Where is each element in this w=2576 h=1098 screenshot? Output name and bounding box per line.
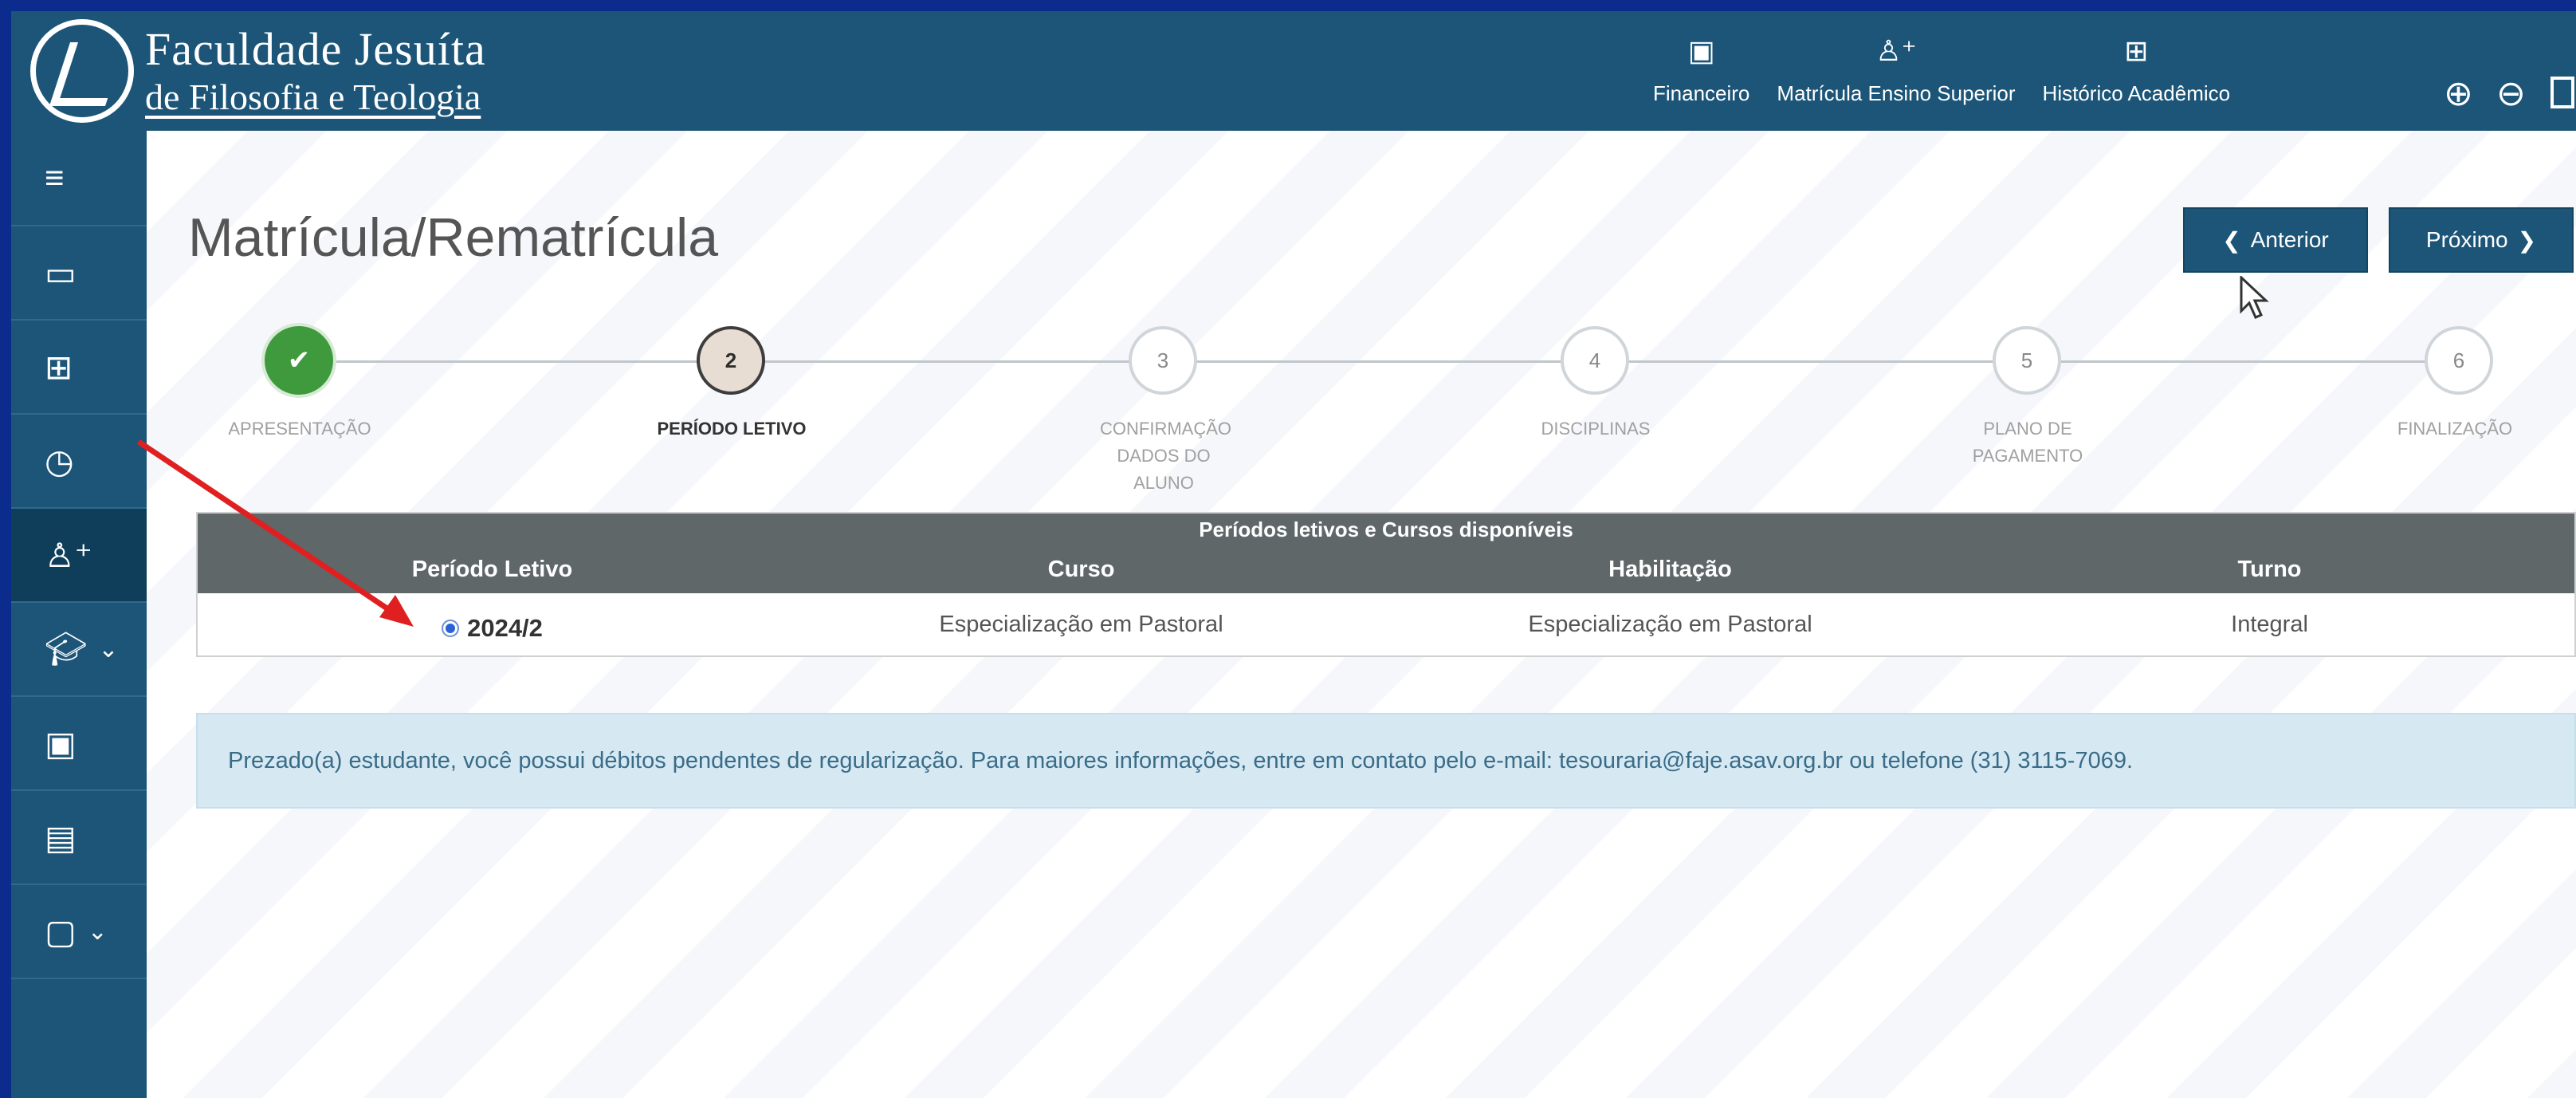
monitor-icon: ▭ bbox=[45, 254, 77, 292]
debt-alert-text: Prezado(a) estudante, você possui débito… bbox=[228, 747, 2134, 773]
nav-financeiro[interactable]: ▣ Financeiro bbox=[1653, 35, 1749, 106]
sidebar-item-horarios[interactable]: ◷ bbox=[11, 415, 147, 509]
menu-icon: ≡ bbox=[45, 159, 65, 196]
sidebar-menu-toggle[interactable]: ≡ bbox=[11, 131, 147, 226]
sidebar-item-financeiro[interactable]: ▣ bbox=[11, 697, 147, 791]
graduation-cap-icon: 🎓︎ bbox=[45, 629, 88, 667]
step-5-number: 5 bbox=[2020, 348, 2033, 372]
nav-historico-label: Histórico Acadêmico bbox=[2042, 81, 2231, 105]
next-button-label: Próximo bbox=[2425, 227, 2508, 252]
nav-historico[interactable]: ⊞ Histórico Acadêmico bbox=[2043, 35, 2231, 106]
column-header-turno: Turno bbox=[2237, 556, 2302, 582]
step-4-label: DISCIPLINAS bbox=[1541, 419, 1651, 439]
stepper-track bbox=[298, 360, 2466, 363]
clock-icon: ◷ bbox=[45, 442, 74, 480]
step-6-circle[interactable]: 6 bbox=[2425, 326, 2493, 395]
previous-button-label: Anterior bbox=[2250, 227, 2329, 252]
book-icon: ▢ bbox=[45, 912, 77, 950]
dollar-doc-icon: ▣ bbox=[45, 724, 77, 762]
column-header-curso: Curso bbox=[1047, 556, 1115, 582]
page-title: Matrícula/Rematrícula bbox=[188, 207, 719, 268]
step-1-label: APRESENTAÇÃO bbox=[228, 419, 371, 439]
table-row[interactable]: 2024/2 Especialização em Pastoral Especi… bbox=[198, 593, 2574, 655]
sidebar-item-historico[interactable]: ⊞ bbox=[11, 321, 147, 415]
cell-curso: Especialização em Pastoral bbox=[939, 611, 1223, 637]
periodo-radio[interactable] bbox=[442, 620, 460, 637]
column-header-periodo: Período Letivo bbox=[411, 556, 573, 582]
periods-table: Períodos letivos e Cursos disponíveis Pe… bbox=[196, 512, 2576, 657]
step-5-label: PLANO DE PAGAMENTO bbox=[1972, 419, 2083, 466]
step-2-label: PERÍODO LETIVO bbox=[657, 419, 807, 439]
sidebar-item-biblioteca[interactable]: ▢ ⌄ bbox=[11, 885, 147, 979]
app-window: Faculdade Jesuíta de Filosofia e Teologi… bbox=[11, 11, 2576, 1098]
cell-turno: Integral bbox=[2231, 611, 2308, 637]
chevron-left-icon: ❮ bbox=[2222, 227, 2241, 253]
step-2-number: 2 bbox=[724, 348, 737, 372]
brand-logo[interactable]: Faculdade Jesuíta de Filosofia e Teologi… bbox=[30, 19, 486, 123]
zoom-in-icon[interactable]: ⊕ bbox=[2444, 77, 2473, 112]
step-4-number: 4 bbox=[1588, 348, 1601, 372]
step-5-circle[interactable]: 5 bbox=[1993, 326, 2061, 395]
table-header-row: Período Letivo Curso Habilitação Turno bbox=[198, 545, 2574, 593]
dollar-doc-icon: ▣ bbox=[1687, 34, 1715, 67]
nav-matricula[interactable]: ♙⁺ Matrícula Ensino Superior bbox=[1777, 35, 2015, 106]
accessibility-icon[interactable] bbox=[2550, 77, 2574, 108]
brand-name: Faculdade Jesuíta de Filosofia e Teologi… bbox=[145, 23, 486, 119]
brand-line-1: Faculdade Jesuíta bbox=[145, 23, 486, 76]
chevron-down-icon: ⌄ bbox=[98, 636, 119, 663]
sidebar: ≡ ▭ ⊞ ◷ ♙⁺ 🎓︎ ⌄ ▣ ▤ ▢ ⌄ bbox=[11, 131, 147, 1098]
chevron-down-icon: ⌄ bbox=[87, 918, 108, 945]
periodo-value: 2024/2 bbox=[467, 614, 543, 642]
step-6-label: FINALIZAÇÃO bbox=[2397, 419, 2513, 439]
next-button[interactable]: Próximo ❯ bbox=[2389, 207, 2574, 273]
nav-matricula-label: Matrícula Ensino Superior bbox=[1777, 81, 2016, 105]
check-icon: ✔ bbox=[287, 345, 311, 376]
sidebar-item-dashboard[interactable]: ▭ bbox=[11, 226, 147, 321]
sidebar-item-documentos[interactable]: ▤ bbox=[11, 791, 147, 885]
grid-icon: ⊞ bbox=[45, 348, 73, 386]
add-user-icon: ♙⁺ bbox=[45, 536, 92, 574]
top-header: Faculdade Jesuíta de Filosofia e Teologi… bbox=[11, 11, 2576, 131]
cell-periodo: 2024/2 bbox=[198, 606, 787, 643]
step-4-circle[interactable]: 4 bbox=[1561, 326, 1629, 395]
step-3-number: 3 bbox=[1156, 348, 1169, 372]
nav-financeiro-label: Financeiro bbox=[1653, 81, 1750, 105]
main-content: Matrícula/Rematrícula ❮ Anterior Próximo… bbox=[147, 131, 2576, 1098]
cell-habilitacao: Especialização em Pastoral bbox=[1528, 611, 1812, 637]
table-caption: Períodos letivos e Cursos disponíveis bbox=[198, 514, 2574, 545]
grid-icon: ⊞ bbox=[2124, 34, 2149, 67]
step-2-circle[interactable]: 2 bbox=[697, 326, 765, 395]
step-3-circle[interactable]: 3 bbox=[1129, 326, 1197, 395]
document-icon: ▤ bbox=[45, 818, 77, 856]
step-1-circle[interactable]: ✔ bbox=[265, 326, 333, 395]
step-3-label: CONFIRMAÇÃO DADOS DO ALUNO bbox=[1100, 419, 1231, 493]
debt-alert: Prezado(a) estudante, você possui débito… bbox=[196, 713, 2576, 809]
column-header-habilitacao: Habilitação bbox=[1608, 556, 1732, 582]
chevron-right-icon: ❯ bbox=[2517, 227, 2537, 253]
zoom-out-icon[interactable]: ⊖ bbox=[2496, 77, 2526, 112]
brand-line-2: de Filosofia e Teologia bbox=[145, 76, 481, 117]
mouse-cursor-icon bbox=[2240, 276, 2269, 319]
add-user-icon: ♙⁺ bbox=[1875, 34, 1917, 67]
top-navigation: ▣ Financeiro ♙⁺ Matrícula Ensino Superio… bbox=[1653, 35, 2257, 106]
sidebar-item-matricula[interactable]: ♙⁺ bbox=[11, 509, 147, 603]
sidebar-item-academico[interactable]: 🎓︎ ⌄ bbox=[11, 603, 147, 697]
step-6-number: 6 bbox=[2452, 348, 2465, 372]
logo-emblem-icon bbox=[30, 19, 134, 123]
previous-button[interactable]: ❮ Anterior bbox=[2183, 207, 2368, 273]
